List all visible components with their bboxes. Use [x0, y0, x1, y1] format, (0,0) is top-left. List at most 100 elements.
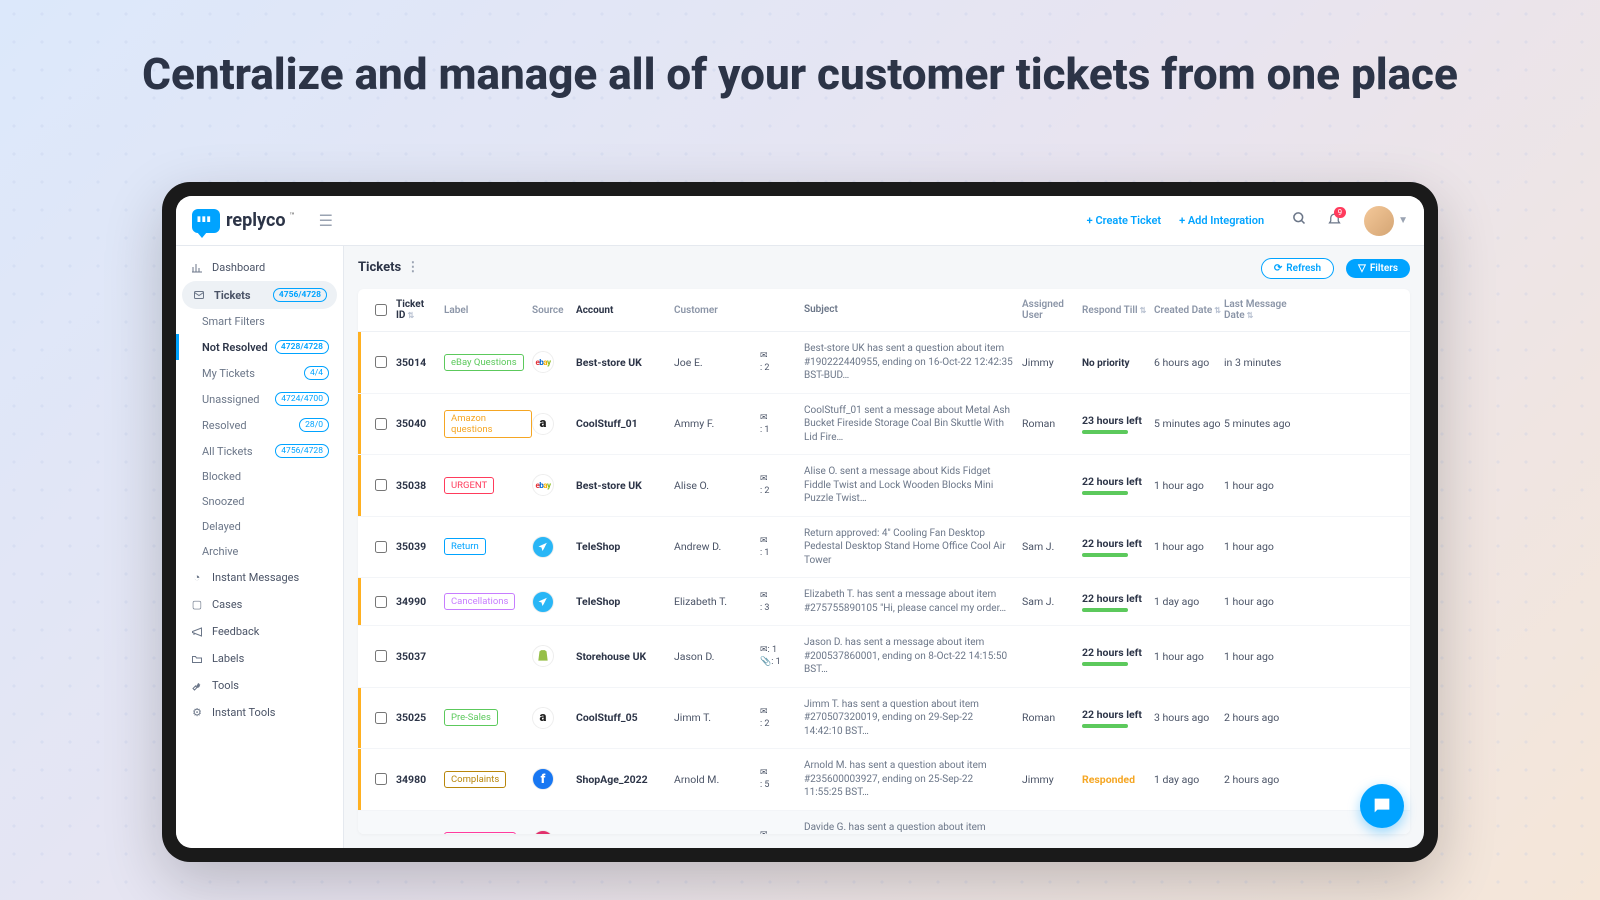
sidebar-sub-item[interactable]: Delayed: [176, 514, 343, 539]
last-message-date: 1 hour ago: [1224, 479, 1294, 492]
col-subject[interactable]: Subject: [804, 303, 1022, 317]
col-last[interactable]: Last Message Date⇅: [1224, 299, 1294, 321]
respond-value: 22 hours left: [1082, 646, 1154, 666]
sidebar-sub-item[interactable]: Not Resolved4728/4728: [176, 334, 343, 360]
ticket-id: 35037: [396, 650, 444, 663]
row-checkbox[interactable]: [375, 541, 387, 553]
sidebar-sub-item[interactable]: Resolved28/0: [176, 412, 343, 438]
notifications-icon[interactable]: 9: [1327, 211, 1342, 230]
col-respond[interactable]: Respond Till⇅: [1082, 305, 1154, 316]
sidebar-sub-item[interactable]: Blocked: [176, 464, 343, 489]
app-screen: replyco ™ ☰ + Create Ticket + Add Integr…: [176, 196, 1424, 848]
sidebar-sub-item[interactable]: Smart Filters: [176, 309, 343, 334]
add-integration-button[interactable]: + Add Integration: [1179, 214, 1264, 227]
ticket-id: 34990: [396, 595, 444, 608]
ticket-subject: CoolStuff_01 sent a message about Metal …: [804, 404, 1022, 445]
col-account[interactable]: Account: [576, 305, 674, 316]
created-date: 1 day ago: [1154, 595, 1224, 608]
table-row[interactable]: 35014eBay QuestionsebayBest-store UKJoe …: [358, 332, 1410, 394]
table-row[interactable]: 34980ComplaintsfShopAge_2022Arnold M.✉: …: [358, 749, 1410, 811]
sidebar-feedback[interactable]: Feedback: [176, 618, 343, 645]
respond-value: 22 hours left: [1082, 592, 1154, 612]
ticket-id: 35014: [396, 356, 444, 369]
search-icon[interactable]: [1292, 211, 1307, 230]
table-header: Ticket ID⇅ Label Source Account Customer…: [358, 289, 1410, 332]
sidebar-sub-item[interactable]: Archive: [176, 539, 343, 564]
customer-name: Ammy F.: [674, 417, 760, 430]
account-name: CoolStuff_01: [576, 417, 674, 430]
account-name: TeleShop: [576, 595, 674, 608]
logo[interactable]: replyco ™: [192, 209, 295, 233]
sidebar-tools[interactable]: Tools: [176, 672, 343, 699]
respond-value: 23 hours left: [1082, 414, 1154, 434]
mail-icon: ✉: [760, 536, 768, 546]
row-checkbox[interactable]: [375, 596, 387, 608]
sidebar-instant-messages[interactable]: ◔ Instant Messages: [176, 564, 343, 591]
sub-label: Smart Filters: [202, 315, 265, 328]
select-all-checkbox[interactable]: [375, 304, 387, 316]
sidebar-dashboard[interactable]: Dashboard: [176, 254, 343, 281]
account-name: TeleShop: [576, 540, 674, 553]
sidebar-label: Tools: [212, 679, 239, 692]
sub-label: Delayed: [202, 520, 241, 533]
table-row[interactable]: 35037Storehouse UKJason D.✉: 1📎: 1Jason …: [358, 626, 1410, 688]
source-icon: a: [532, 707, 554, 729]
table-row[interactable]: 34990CancellationsTeleShopElizabeth T.✉:…: [358, 578, 1410, 626]
table-row[interactable]: 35039ReturnTeleShopAndrew D.✉: 1Return a…: [358, 517, 1410, 579]
table-row[interactable]: 35025Pre-SalesaCoolStuff_05Jimm T.✉: 2Ji…: [358, 688, 1410, 750]
last-message-date: 2 hours ago: [1224, 711, 1294, 724]
table-row[interactable]: 35019Delivery IssueInstaShop XTDavide G.…: [358, 811, 1410, 835]
mail-icon: ✉: [760, 768, 768, 778]
last-message-date: 2 hours ago: [1224, 773, 1294, 786]
table-row[interactable]: 35038URGENTebayBest-store UKAlise O.✉: 2…: [358, 455, 1410, 517]
created-date: 3 hours ago: [1154, 711, 1224, 724]
customer-name: Alise O.: [674, 479, 760, 492]
respond-value: 22 hours left: [1082, 708, 1154, 728]
chat-fab[interactable]: [1360, 784, 1404, 828]
user-avatar[interactable]: [1364, 206, 1394, 236]
priority-edge: [358, 394, 361, 455]
sidebar-cases[interactable]: ▢ Cases: [176, 591, 343, 618]
priority-edge: [358, 688, 361, 749]
ticket-id: 35039: [396, 540, 444, 553]
sidebar-sub-item[interactable]: All Tickets4756/4728: [176, 438, 343, 464]
sidebar-sub-item[interactable]: Snoozed: [176, 489, 343, 514]
sidebar-sub-item[interactable]: My Tickets4/4: [176, 360, 343, 386]
folder-icon: [190, 653, 204, 665]
row-checkbox[interactable]: [375, 356, 387, 368]
mail-icon: ✉: [760, 645, 768, 655]
sidebar-label: Instant Tools: [212, 706, 275, 719]
chevron-down-icon[interactable]: ▼: [1398, 215, 1408, 226]
ticket-subject: Jimm T. has sent a question about item #…: [804, 698, 1022, 739]
sidebar-instant-tools[interactable]: ⚙ Instant Tools: [176, 699, 343, 726]
col-created[interactable]: Created Date⇅: [1154, 305, 1224, 316]
sidebar: Dashboard Tickets 4756/4728 Smart Filter…: [176, 246, 344, 848]
row-checkbox[interactable]: [375, 479, 387, 491]
row-checkbox[interactable]: [375, 650, 387, 662]
create-ticket-button[interactable]: + Create Ticket: [1087, 214, 1161, 227]
created-date: 1 hour ago: [1154, 650, 1224, 663]
count-badge: 4728/4728: [275, 340, 329, 354]
col-label[interactable]: Label: [444, 305, 532, 316]
row-checkbox[interactable]: [375, 418, 387, 430]
message-count: ✉: 1: [760, 413, 804, 435]
table-row[interactable]: 35040Amazon questionsaCoolStuff_01Ammy F…: [358, 394, 1410, 456]
label-tag: Complaints: [444, 771, 506, 788]
hero-title: Centralize and manage all of your custom…: [0, 48, 1600, 101]
col-customer[interactable]: Customer: [674, 305, 760, 316]
account-name: Best-store UK: [576, 356, 674, 369]
col-id[interactable]: Ticket ID⇅: [396, 299, 444, 321]
menu-toggle-icon[interactable]: ☰: [319, 211, 333, 230]
filters-button[interactable]: ▽ Filters: [1346, 259, 1410, 278]
refresh-button[interactable]: ⟳ Refresh: [1261, 258, 1334, 279]
col-user[interactable]: Assigned User: [1022, 299, 1082, 321]
mail-icon: [192, 289, 206, 301]
sidebar-labels[interactable]: Labels: [176, 645, 343, 672]
label-tag: Cancellations: [444, 593, 515, 610]
row-checkbox[interactable]: [375, 773, 387, 785]
col-source[interactable]: Source: [532, 305, 576, 316]
device-frame: replyco ™ ☰ + Create Ticket + Add Integr…: [162, 182, 1438, 862]
sidebar-tickets[interactable]: Tickets 4756/4728: [182, 281, 337, 309]
sidebar-sub-item[interactable]: Unassigned4724/4700: [176, 386, 343, 412]
row-checkbox[interactable]: [375, 712, 387, 724]
